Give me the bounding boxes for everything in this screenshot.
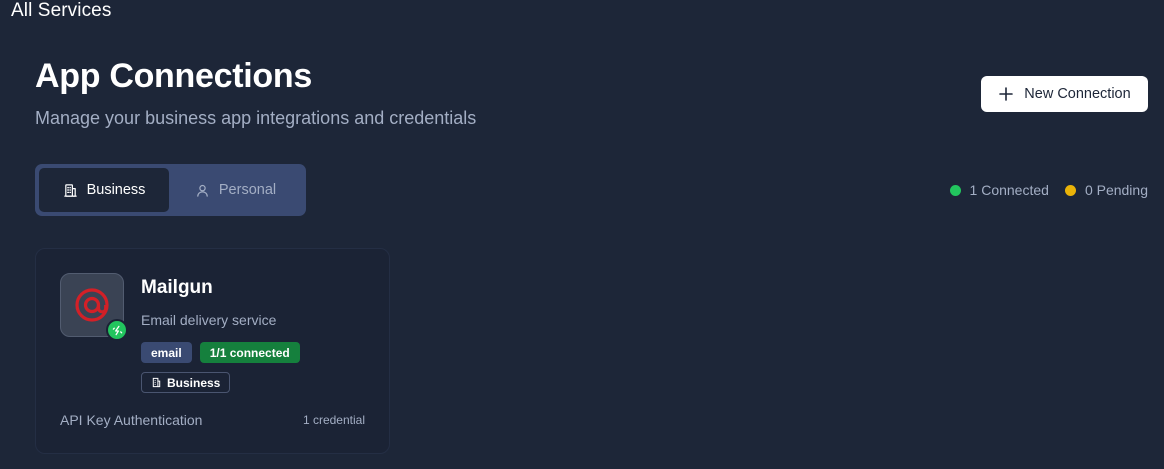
- app-name: Mailgun: [141, 277, 213, 298]
- building-icon: [152, 377, 161, 388]
- connected-tag: 1/1 connected: [199, 342, 300, 363]
- connected-dot-icon: [949, 184, 961, 196]
- connected-count: 1 Connected: [969, 182, 1049, 198]
- user-icon: [197, 184, 208, 197]
- credential-count: 1 credential: [302, 413, 365, 427]
- pending-dot-icon: [1064, 184, 1076, 196]
- plus-icon: [999, 87, 1014, 101]
- page-title: App Connections: [35, 57, 312, 95]
- new-connection-button[interactable]: New Connection: [981, 76, 1148, 112]
- pending-count: 0 Pending: [1084, 182, 1148, 198]
- auth-type: API Key Authentication: [60, 412, 203, 428]
- scope-tag-label: Business: [167, 375, 221, 390]
- scope-tag: Business: [141, 372, 231, 393]
- connection-scope-tabs: Business Personal: [35, 164, 306, 216]
- tab-personal[interactable]: Personal: [169, 168, 302, 212]
- status-connected: 1 Connected: [949, 182, 1049, 198]
- breadcrumb[interactable]: All Services: [11, 0, 111, 22]
- app-description: Email delivery service: [141, 312, 277, 328]
- building-icon: [63, 183, 77, 197]
- mailgun-icon: [75, 288, 109, 322]
- page: All Services App Connections Manage your…: [0, 0, 1164, 469]
- tab-personal-label: Personal: [218, 182, 277, 198]
- page-subtitle: Manage your business app integrations an…: [35, 108, 477, 128]
- tag-list: email 1/1 connected: [141, 342, 300, 363]
- status-pending: 0 Pending: [1064, 182, 1148, 198]
- category-tag: email: [141, 342, 192, 363]
- connected-status-badge: [106, 319, 128, 341]
- tab-business-label: Business: [86, 182, 146, 198]
- connection-card-mailgun[interactable]: Mailgun Email delivery service email 1/1…: [35, 248, 390, 454]
- new-connection-label: New Connection: [1024, 86, 1131, 102]
- status-summary: 1 Connected 0 Pending: [949, 182, 1148, 198]
- connected-icon: [112, 325, 122, 335]
- tab-business[interactable]: Business: [39, 168, 169, 212]
